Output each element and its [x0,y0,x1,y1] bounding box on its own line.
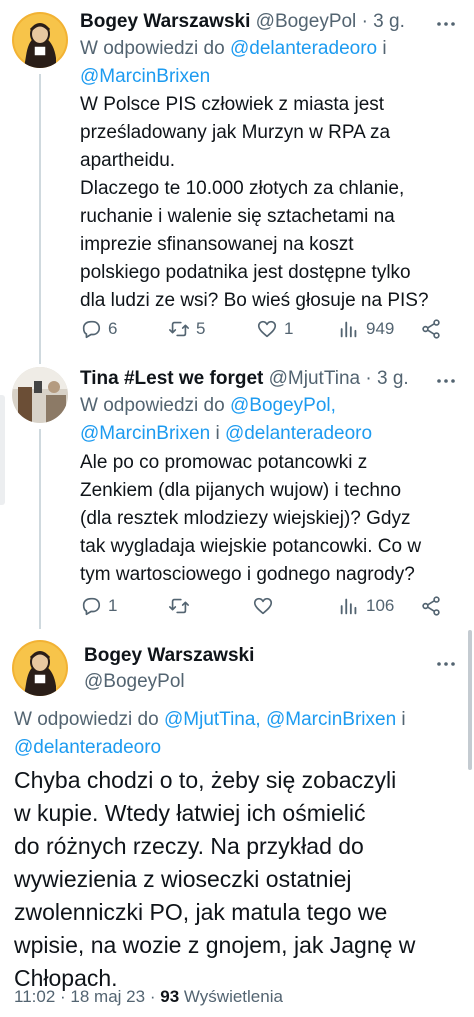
thread-line [39,429,41,629]
tweet-actions: 1 106 [80,592,460,620]
views-button[interactable]: 106 [338,592,394,620]
reply-icon [82,320,101,339]
retweet-button[interactable] [168,592,196,620]
tweet-tina[interactable]: Tina #Lest we forget @MjutTina · 3 g. W … [0,355,474,630]
more-options-button[interactable] [434,652,458,676]
like-icon [253,597,273,615]
reply-conjunction: i [401,709,406,730]
display-name[interactable]: Bogey Warszawski [84,645,254,666]
mention-link[interactable]: @MarcinBrixen [80,66,210,87]
handle[interactable]: @MjutTina [269,368,360,389]
bogey-avatar-image [12,640,68,696]
separator: · [60,987,66,1006]
mention-link[interactable]: @delanteradeoro [14,737,161,758]
share-button[interactable] [420,315,442,343]
separator: · [361,11,368,32]
avatar[interactable] [12,12,68,68]
tweet-header: Bogey Warszawski @BogeyPol · 3 g. [80,10,405,34]
bogey-avatar-image [12,12,68,68]
more-icon [437,662,455,666]
mention-link[interactable]: @delanteradeoro [225,423,372,444]
handle[interactable]: @BogeyPol [84,671,185,692]
mention-link[interactable]: @BogeyPol, [230,395,336,416]
focused-tweet[interactable]: Bogey Warszawski @BogeyPol W odpowiedzi … [0,630,474,1017]
reply-context: W odpowiedzi do @delanteradeoro i @Marci… [80,35,460,91]
more-icon [437,379,455,383]
reply-button[interactable]: 1 [80,592,117,620]
retweet-button[interactable]: 5 [168,315,205,343]
avatar[interactable] [12,367,68,423]
reply-prefix: W odpowiedzi do [14,709,159,730]
reply-button[interactable]: 6 [80,315,117,343]
timestamp[interactable]: 3 g. [377,368,409,389]
separator: · [365,368,372,389]
like-count: 1 [284,319,294,338]
view-count: 106 [366,596,395,615]
thread-line [39,74,41,364]
post-time[interactable]: 11:02 [14,987,55,1006]
post-date[interactable]: 18 maj 23 [70,987,145,1006]
avatar[interactable] [12,640,68,696]
retweet-count: 5 [196,319,206,338]
share-icon [422,319,440,339]
tweet-text: Chyba chodzi o to, żeby się zobaczyli w … [14,767,416,991]
like-button[interactable]: 1 [256,315,293,343]
tweet-text: W Polsce PIS człowiek z miasta jest prze… [80,94,429,311]
tina-avatar-image [12,367,68,423]
reply-icon [82,597,101,616]
scrollbar-thumb[interactable] [468,630,472,770]
views-label: Wyświetlenia [183,987,283,1006]
tweet-text: Ale po co promowac potancowki z Zenkiem … [80,452,422,585]
handle[interactable]: @BogeyPol [256,11,357,32]
share-icon [422,596,440,616]
mention-link[interactable]: @MarcinBrixen [266,709,396,730]
more-icon [437,22,455,26]
views-icon [340,598,357,615]
reply-count: 6 [108,319,118,338]
tweet-meta: 11:02 · 18 maj 23 · 93 Wyświetlenia [14,987,283,1007]
tweet-actions: 6 5 1 949 [80,315,460,343]
view-count: 949 [366,319,395,338]
mention-link[interactable]: @MarcinBrixen [80,423,210,444]
views-button[interactable]: 949 [338,315,394,343]
reply-count: 1 [108,596,118,615]
handle-row: @BogeyPol [84,670,185,694]
like-icon [257,320,277,338]
reply-prefix: W odpowiedzi do [80,38,225,59]
reply-prefix: W odpowiedzi do [80,395,225,416]
display-name[interactable]: Bogey Warszawski [80,11,250,32]
retweet-icon [169,598,189,614]
display-name[interactable]: Tina #Lest we forget [80,368,263,389]
tweet-bogey-1[interactable]: Bogey Warszawski @BogeyPol · 3 g. W odpo… [0,0,474,364]
reply-context: W odpowiedzi do @MjutTina, @MarcinBrixen… [14,706,464,762]
display-name-row: Bogey Warszawski [84,644,254,668]
mention-link[interactable]: @delanteradeoro [230,38,377,59]
like-button[interactable] [252,592,280,620]
reply-conjunction: i [382,38,387,59]
reply-conjunction: i [215,423,220,444]
reply-context: W odpowiedzi do @BogeyPol, @MarcinBrixen… [80,392,470,448]
mention-link[interactable]: @MjutTina, [164,709,261,730]
views-count: 93 [160,987,180,1006]
retweet-icon [169,321,189,337]
share-button[interactable] [420,592,442,620]
timestamp[interactable]: 3 g. [373,11,405,32]
more-options-button[interactable] [434,12,458,36]
more-options-button[interactable] [434,369,458,393]
views-icon [340,321,357,338]
separator: · [149,987,156,1006]
tweet-header: Tina #Lest we forget @MjutTina · 3 g. [80,367,409,391]
